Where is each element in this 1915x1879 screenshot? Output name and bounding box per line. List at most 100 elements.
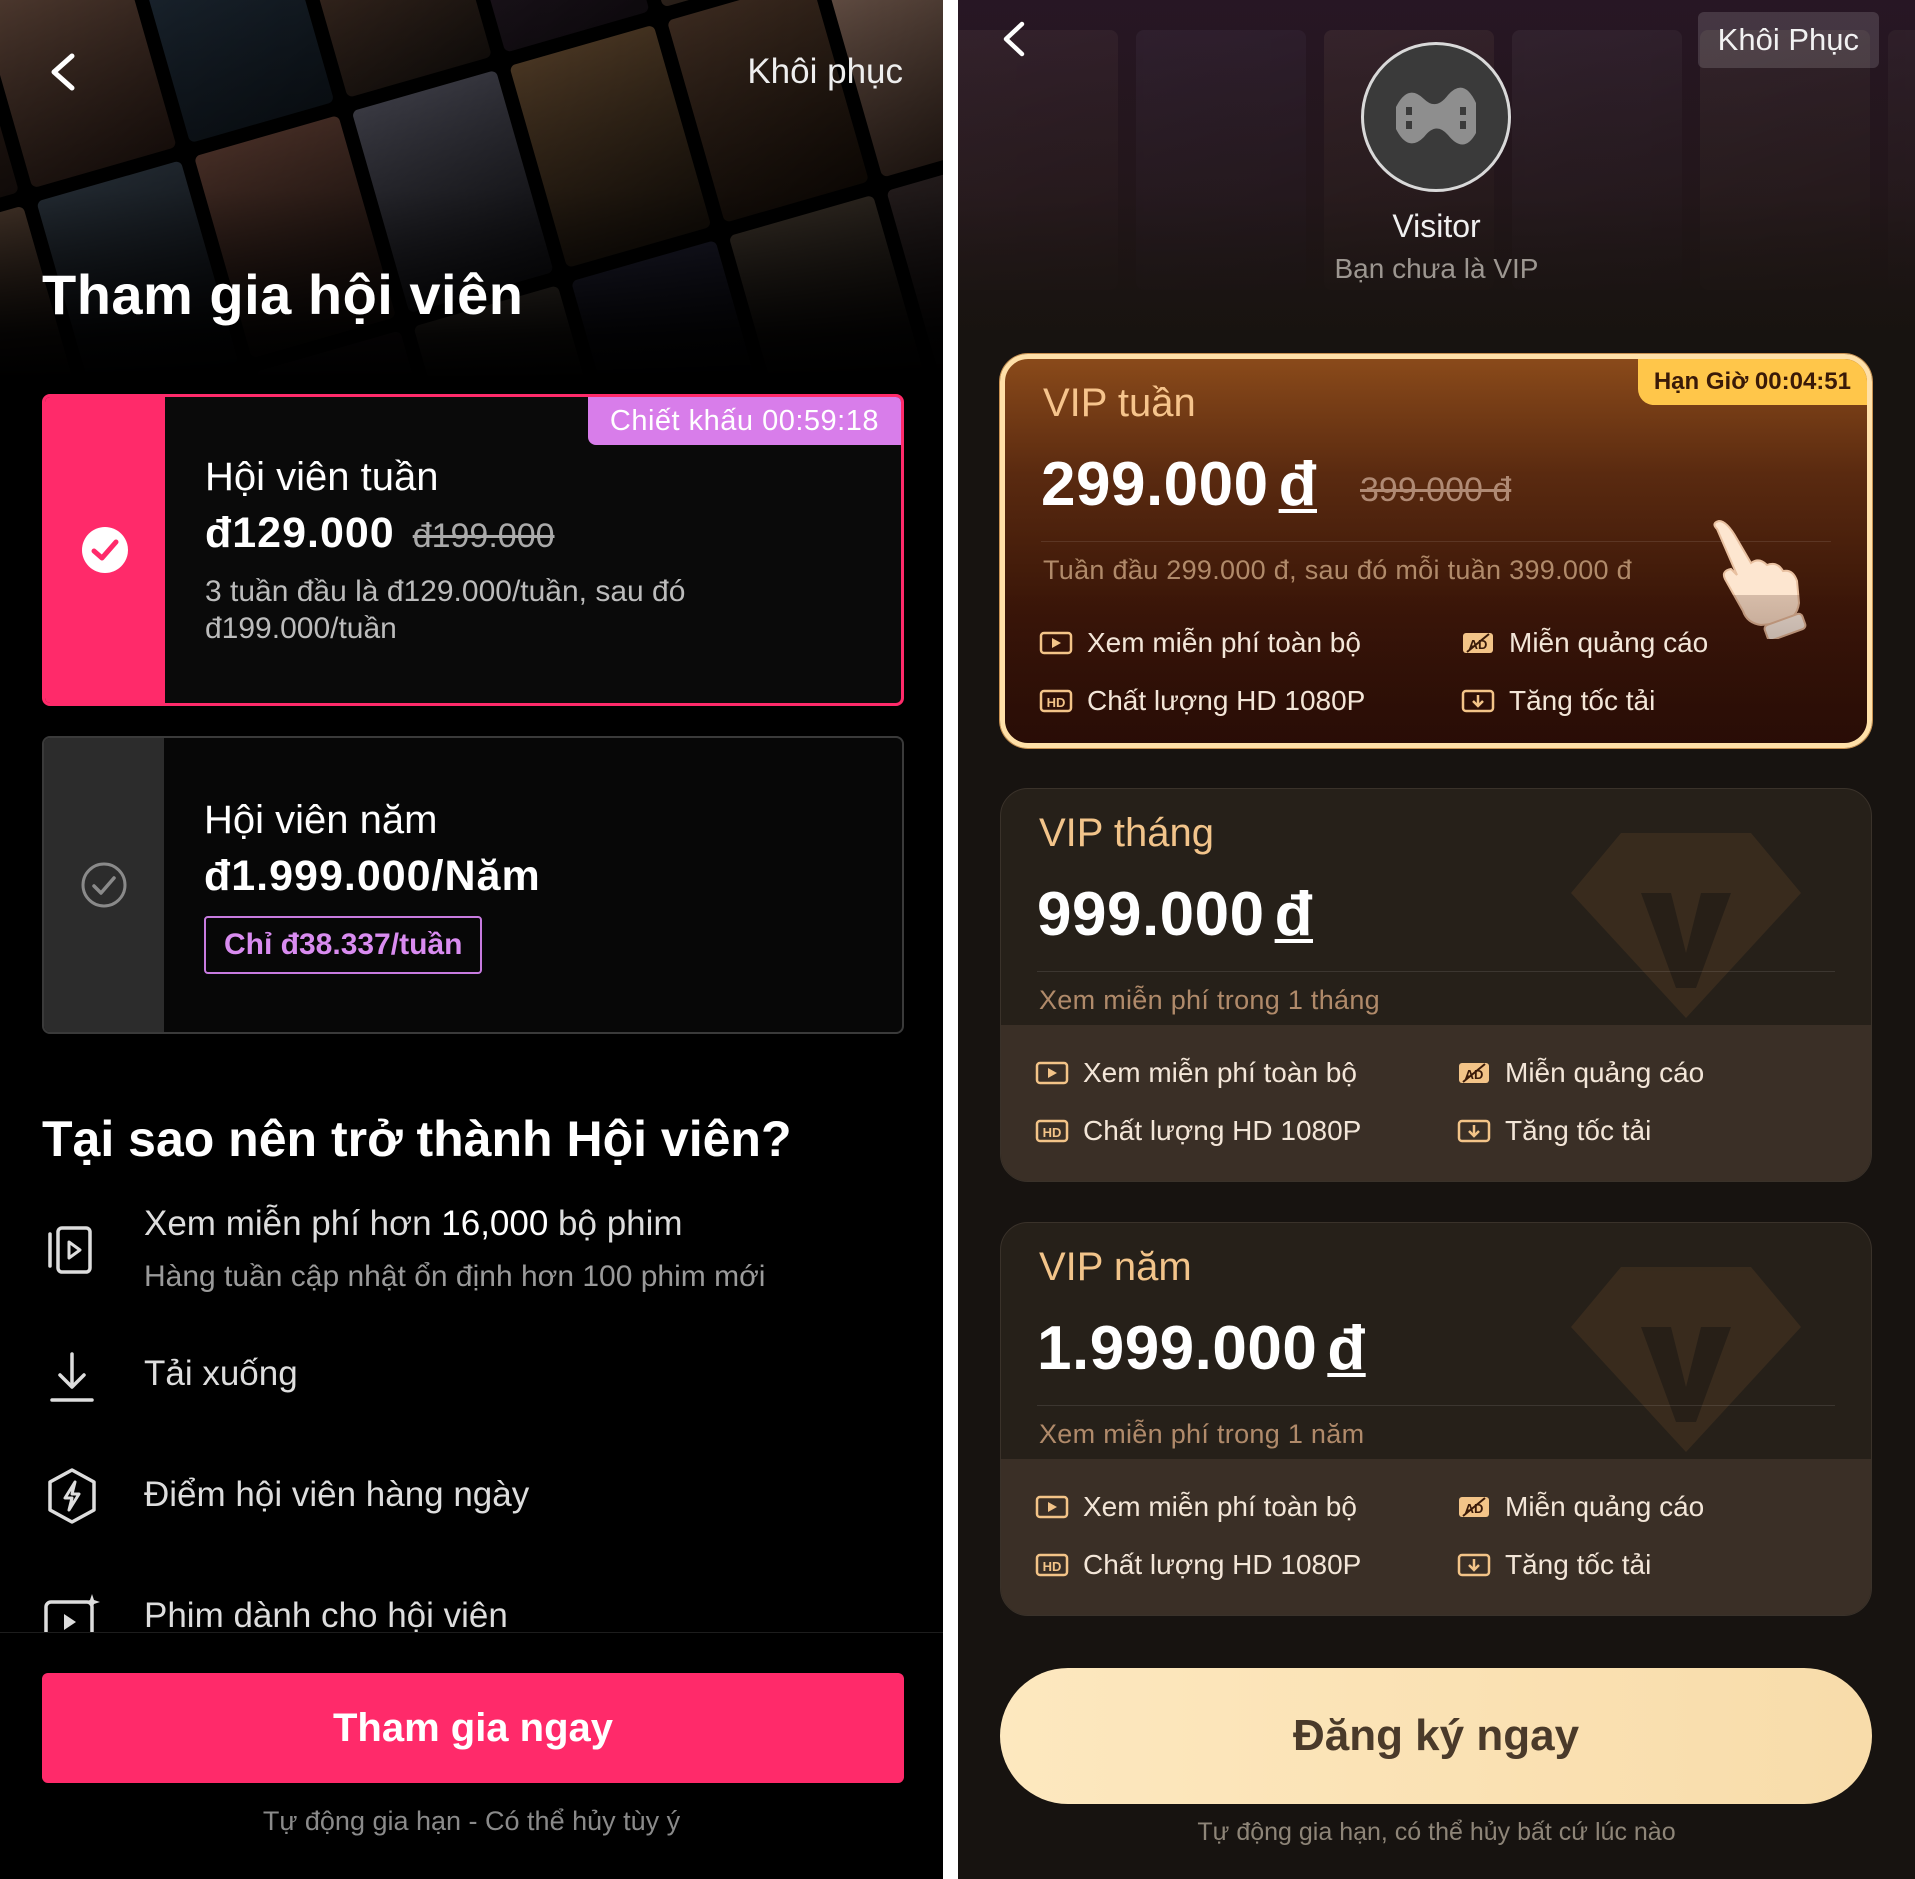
per-week-price-badge: Chỉ đ38.337/tuần <box>204 916 483 974</box>
restore-purchase-link[interactable]: Khôi phục <box>747 52 903 92</box>
play-icon <box>1039 631 1073 655</box>
hd-icon: HD <box>1035 1553 1069 1577</box>
svg-text:HD: HD <box>1043 1125 1062 1140</box>
feature-label: Chất lượng HD 1080P <box>1083 1549 1362 1580</box>
plan-select-area[interactable] <box>44 738 164 1032</box>
svg-text:AD: AD <box>1465 1501 1484 1516</box>
svg-text:HD: HD <box>1047 695 1066 710</box>
plan-subtitle: Xem miễn phí trong 1 tháng <box>1039 985 1381 1015</box>
username: Visitor <box>1392 208 1481 244</box>
fast-download-icon <box>1461 689 1495 713</box>
feature-item: HD Chất lượng HD 1080P <box>1039 685 1365 717</box>
feature-item: HD Chất lượng HD 1080P <box>1035 1549 1361 1581</box>
hd-icon: HD <box>1035 1119 1069 1143</box>
plan-price-old: 399.000 đ <box>1360 471 1512 509</box>
no-ads-icon: AD <box>1459 1497 1489 1517</box>
feature-label: Chất lượng HD 1080P <box>1087 685 1366 716</box>
vip-plan-card-monthly[interactable]: VIP tháng 999.000 đ Xem miễn phí trong 1 … <box>1000 788 1872 1182</box>
feature-label: Tăng tốc tải <box>1505 1549 1652 1580</box>
register-now-button[interactable]: Đăng ký ngay <box>1000 1668 1872 1804</box>
restore-purchase-button[interactable]: Khôi Phục <box>1697 12 1879 68</box>
currency-symbol: đ <box>1278 450 1317 519</box>
benefit-title-strong: 16,000 <box>441 1204 549 1243</box>
play-icon <box>1035 1061 1069 1085</box>
check-unselected-icon <box>81 862 127 908</box>
feature-label: Tăng tốc tải <box>1505 1115 1652 1146</box>
plan-card-yearly[interactable]: Hội viên năm đ1.999.000/Năm Chỉ đ38.337/… <box>42 736 904 1034</box>
vip-status-text: Bạn chưa là VIP <box>1334 253 1539 284</box>
plan-subtitle: Tuần đầu 299.000 đ, sau đó mỗi tuần 399.… <box>1043 555 1632 585</box>
benefit-title-pre: Xem miễn phí hơn <box>144 1204 442 1243</box>
feature-item: Xem miễn phí toàn bộ <box>1035 1491 1357 1523</box>
feature-label: Tăng tốc tải <box>1509 685 1656 716</box>
svg-text:AD: AD <box>1469 637 1488 652</box>
feature-label: Xem miễn phí toàn bộ <box>1083 1057 1357 1088</box>
feature-list: Xem miễn phí toàn bộ AD Miễn quảng cáo H… <box>1001 1459 1871 1615</box>
right-app-screen: Khôi Phục Visitor Bạn chưa là VIP Hạn Gi… <box>958 0 1915 1879</box>
vip-plan-card-weekly[interactable]: Hạn Giờ 00:04:51 VIP tuần 299.000 đ 399.0… <box>1000 354 1872 748</box>
auto-renew-note: Tự động gia hạn - Có thể hủy tùy ý <box>262 1806 681 1836</box>
plan-price: đ129.000 đ199.000 <box>205 509 555 558</box>
feature-list: Xem miễn phí toàn bộ AD Miễn quảng cáo H… <box>1001 1025 1871 1181</box>
feature-label: Miễn quảng cáo <box>1505 1057 1705 1088</box>
plan-price: 1.999.000 đ <box>1037 1313 1366 1384</box>
benefit-title: Tải xuống <box>144 1354 298 1393</box>
benefit-title: Phim dành cho hội viên <box>144 1596 508 1635</box>
svg-text:AD: AD <box>1465 1067 1484 1082</box>
feature-item: Xem miễn phí toàn bộ <box>1039 627 1361 659</box>
plan-price-amount: 1.999.000 <box>1037 1314 1318 1383</box>
card-separator <box>1037 1405 1835 1406</box>
plan-price: 999.000 đ <box>1037 879 1313 950</box>
deadline-countdown-tag: Hạn Giờ 00:04:51 <box>1637 359 1867 405</box>
page-title: Tham gia hội viên <box>42 263 524 326</box>
feature-item: AD Miễn quảng cáo <box>1457 1057 1704 1089</box>
plan-card-weekly[interactable]: Chiết khấu 00:59:18 Hội viên tuần đ129.0… <box>42 394 904 706</box>
benefit-title-post: bộ phim <box>548 1204 683 1243</box>
hd-icon: HD <box>1039 689 1073 713</box>
benefits-heading: Tại sao nên trở thành Hội viên? <box>42 1111 792 1167</box>
feature-label: Xem miễn phí toàn bộ <box>1087 627 1361 658</box>
plan-name: Hội viên tuần <box>205 455 439 499</box>
feature-item: Tăng tốc tải <box>1457 1549 1651 1581</box>
fast-download-icon <box>1457 1553 1491 1577</box>
plan-price-current: đ129.000 <box>205 509 395 557</box>
feature-label: Miễn quảng cáo <box>1505 1491 1705 1522</box>
benefit-subtitle: Hàng tuần cập nhật ổn định hơn 100 phim … <box>144 1260 766 1293</box>
feature-item: Tăng tốc tải <box>1461 685 1655 717</box>
plan-subtitle: Xem miễn phí trong 1 năm <box>1039 1419 1365 1449</box>
back-arrow-icon[interactable] <box>46 50 80 94</box>
download-icon <box>50 1352 94 1402</box>
avatar <box>1361 42 1511 192</box>
plan-price-amount: 999.000 <box>1037 880 1265 949</box>
play-icon <box>1035 1495 1069 1519</box>
join-now-button[interactable]: Tham gia ngay <box>42 1673 904 1783</box>
screen-divider <box>943 0 958 1879</box>
plan-price: đ1.999.000/Năm <box>204 852 541 900</box>
svg-text:HD: HD <box>1043 1559 1062 1574</box>
feature-item: AD Miễn quảng cáo <box>1461 627 1708 659</box>
benefit-title: Xem miễn phí hơn 16,000 bộ phim <box>144 1204 683 1244</box>
plan-name: VIP tháng <box>1039 811 1214 855</box>
video-library-icon <box>48 1226 92 1274</box>
no-ads-icon: AD <box>1459 1063 1489 1083</box>
feature-label: Miễn quảng cáo <box>1509 627 1709 658</box>
plan-price-amount: 299.000 <box>1041 450 1269 519</box>
plan-name: VIP tuần <box>1043 381 1196 425</box>
auto-renew-note: Tự động gia hạn, có thể hủy bất cứ lúc n… <box>1197 1818 1676 1846</box>
feature-item: HD Chất lượng HD 1080P <box>1035 1115 1361 1147</box>
plan-price-old: đ199.000 <box>412 517 555 555</box>
plan-name: Hội viên năm <box>204 798 438 842</box>
back-arrow-icon[interactable] <box>998 18 1030 60</box>
feature-list: Xem miễn phí toàn bộ AD Miễn quảng cáo H… <box>1005 595 1867 743</box>
plan-select-area[interactable] <box>45 397 165 703</box>
vip-plan-card-yearly[interactable]: VIP năm 1.999.000 đ Xem miễn phí trong 1 … <box>1000 1222 1872 1616</box>
feature-item: AD Miễn quảng cáo <box>1457 1491 1704 1523</box>
vip-v-emblem-icon <box>1571 833 1801 1018</box>
currency-symbol: đ <box>1274 880 1313 949</box>
feature-label: Xem miễn phí toàn bộ <box>1083 1491 1357 1522</box>
plan-description: 3 tuần đầu là đ129.000/tuần, sau đó đ199… <box>205 575 686 645</box>
benefit-title: Điểm hội viên hàng ngày <box>144 1475 530 1514</box>
feature-item: Xem miễn phí toàn bộ <box>1035 1057 1357 1089</box>
discount-countdown-tag: Chiết khấu 00:59:18 <box>587 397 901 445</box>
comparison-stage: Khôi phục Tham gia hội viên Chiết khấu 0… <box>0 0 1915 1879</box>
